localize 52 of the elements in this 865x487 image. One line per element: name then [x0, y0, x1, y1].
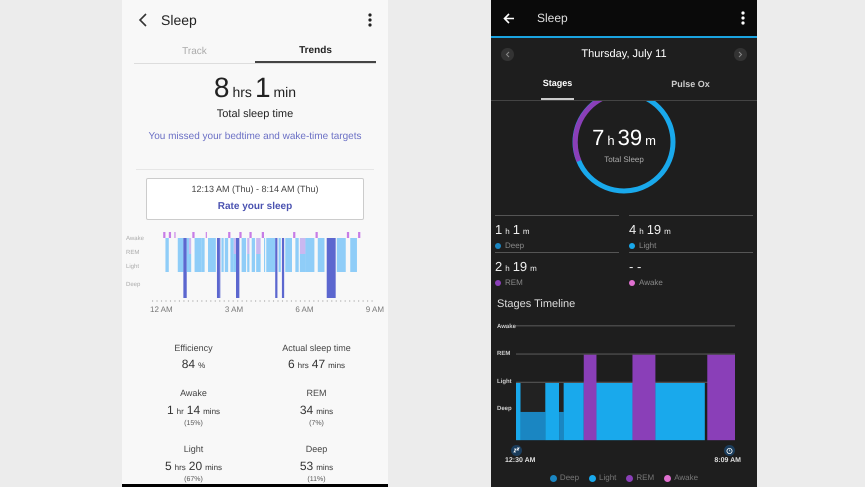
stage-duration: 1 h 1 m	[495, 221, 531, 239]
time-label: 9 AM	[366, 304, 384, 316]
stat-value: 6 hrs 47 mins	[288, 356, 346, 373]
screen-title: Sleep	[161, 10, 198, 30]
total-sleep-label: Total Sleep	[604, 154, 644, 166]
rate-sleep-link[interactable]: Rate your sleep	[218, 198, 292, 214]
sleep-zzz-icon	[511, 444, 522, 456]
total-sleep-label: Total sleep time	[216, 107, 294, 122]
legend-label: Light	[599, 472, 616, 484]
legend-label: Awake	[674, 472, 698, 484]
stat-value: 1 hr 14 mins	[166, 402, 220, 418]
time-label: 6 AM	[295, 304, 314, 316]
back-arrow-icon[interactable]	[503, 12, 515, 24]
stage-label: REM	[505, 276, 523, 288]
stat-label: Actual sleep time	[282, 342, 351, 355]
stat-label: Efficiency	[174, 342, 213, 355]
stat-value: 53 mins	[300, 458, 334, 474]
time-range: 12:13 AM (Thu) - 8:14 AM (Thu)	[191, 183, 319, 196]
total-sleep-value: 8 hrs 1 min	[214, 72, 296, 104]
tab[interactable]: Stages	[540, 70, 574, 100]
more-options-icon[interactable]	[368, 13, 372, 27]
legend-label: Deep	[560, 472, 580, 484]
time-label: 3 AM	[224, 304, 244, 316]
stat-value: 34 mins	[300, 402, 334, 418]
stat-label: REM	[306, 387, 326, 400]
back-icon[interactable]	[138, 13, 147, 27]
stage-label: Awake	[639, 276, 663, 288]
stat-label: Deep	[306, 443, 328, 456]
time-label: 12 AM	[150, 304, 173, 316]
previous-day-button[interactable]	[501, 48, 514, 60]
screen-title: Sleep	[537, 10, 569, 27]
stage-label: Light	[639, 240, 656, 252]
stage-duration: 2 h 19 m	[495, 258, 538, 276]
next-day-button[interactable]	[734, 48, 747, 60]
stat-value: 84 %	[182, 356, 206, 373]
tab[interactable]: Trends	[255, 40, 376, 63]
chevron-right-icon	[738, 50, 743, 58]
chevron-left-icon	[505, 50, 510, 58]
total-sleep-value: 7 h 39 m	[592, 124, 656, 152]
target-message: You missed your bedtime and wake-time targets	[147, 130, 363, 144]
stat-label: Light	[184, 443, 204, 456]
stat-value: 5 hrs 20 mins	[164, 458, 222, 474]
stage-label: Deep	[505, 240, 524, 252]
tab[interactable]: Pulse Ox	[669, 70, 712, 100]
alarm-clock-icon	[724, 444, 735, 456]
stage-duration: 4 h 19 m	[629, 221, 672, 239]
section-title: Stages Timeline	[496, 297, 576, 312]
legend-label: REM	[636, 472, 654, 484]
more-options-icon[interactable]	[741, 11, 745, 25]
stat-label: Awake	[180, 387, 207, 400]
date-label: Thursday, July 11	[580, 46, 668, 62]
stage-duration: - -	[629, 258, 642, 276]
